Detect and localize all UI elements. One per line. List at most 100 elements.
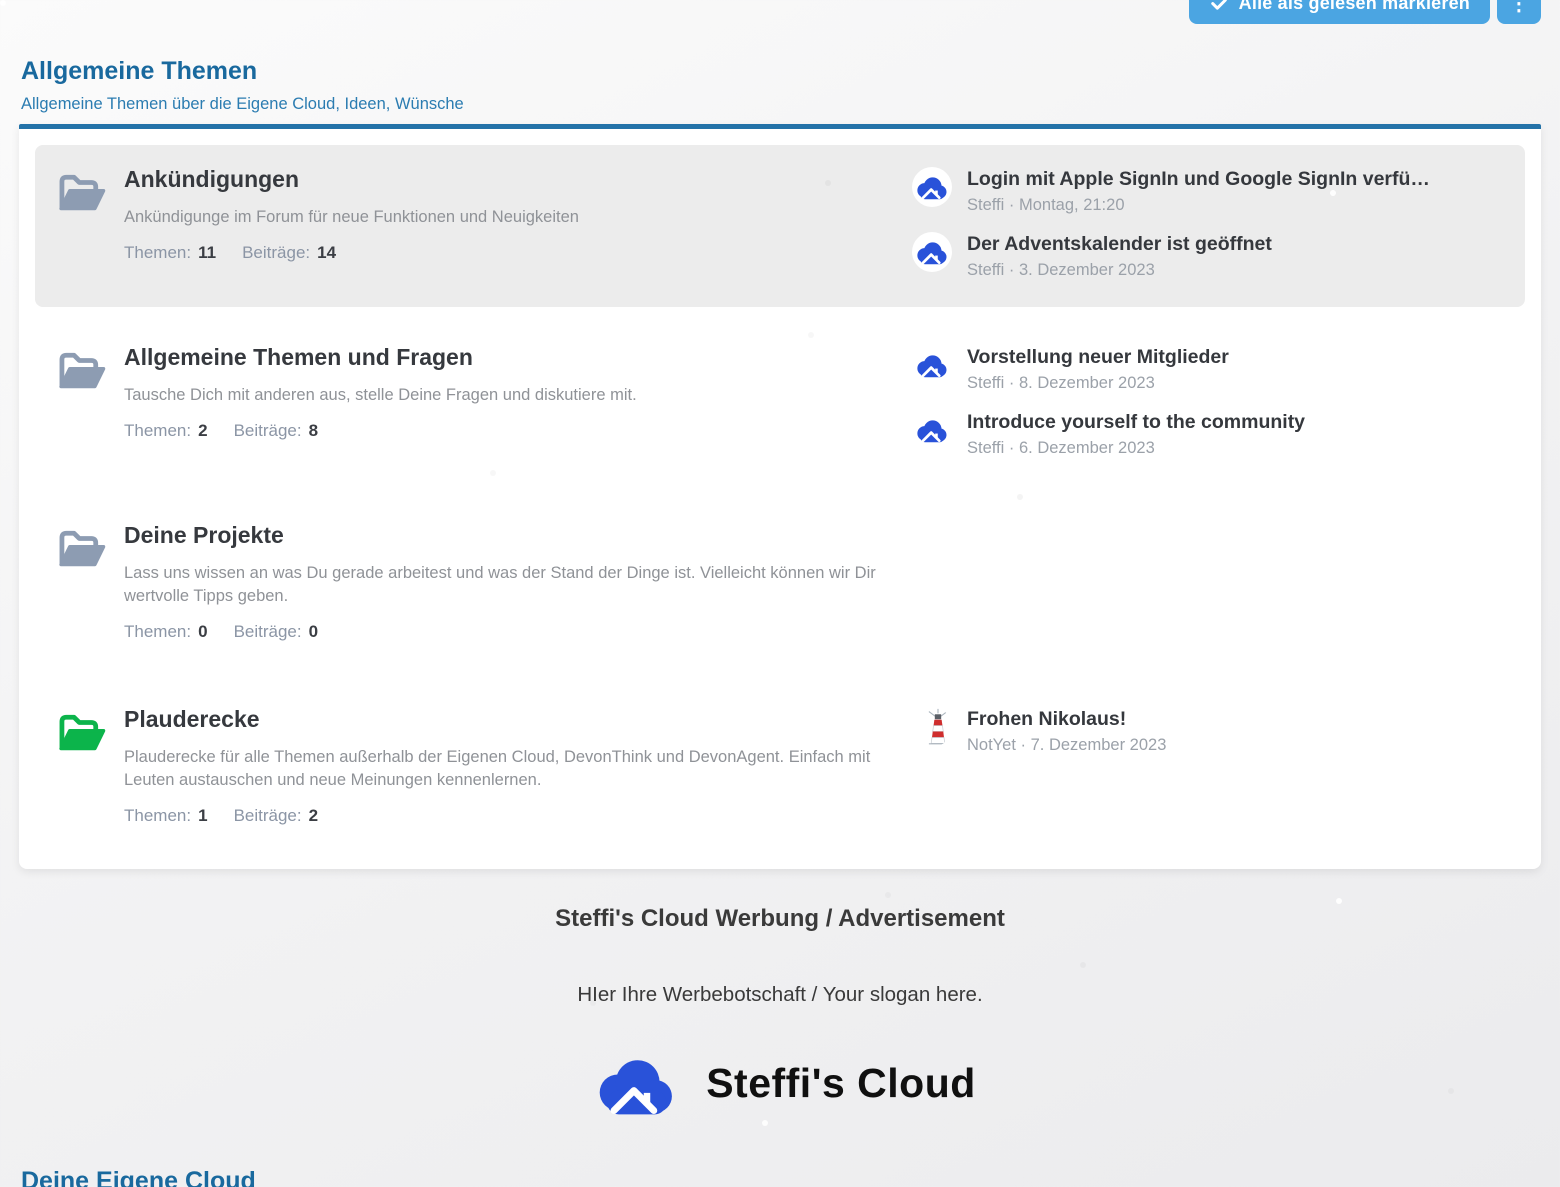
forum-icon-column xyxy=(55,165,124,281)
topics-label: Themen: xyxy=(124,419,191,442)
forum-info: Plauderecke Plauderecke für alle Themen … xyxy=(124,705,912,827)
topics-count: 11 xyxy=(198,241,216,264)
latest-topics: Frohen Nikolaus! NotYet · 7. Dezember 20… xyxy=(912,705,1505,827)
posts-label: Beiträge: xyxy=(234,419,302,442)
latest-topic: Der Adventskalender ist geöffnet Steffi … xyxy=(912,232,1505,281)
posts-label: Beiträge: xyxy=(234,804,302,827)
topic-author-link[interactable]: Steffi xyxy=(967,196,1004,214)
topic-meta: Steffi · 8. Dezember 2023 xyxy=(967,373,1229,394)
forum-description: Plauderecke für alle Themen außerhalb de… xyxy=(124,746,888,792)
forum-stats: Themen: 11 Beiträge: 14 xyxy=(124,241,888,264)
user-avatar-cloud-icon[interactable] xyxy=(912,167,952,207)
meta-separator: · xyxy=(1021,736,1027,754)
logo-text: Steffi's Cloud xyxy=(706,1060,976,1107)
topic-author-link[interactable]: Steffi xyxy=(967,374,1004,392)
topic-meta: Steffi · Montag, 21:20 xyxy=(967,195,1430,216)
topic-date: Montag, 21:20 xyxy=(1019,196,1125,214)
folder-open-icon xyxy=(55,709,107,755)
forum-icon-column xyxy=(55,343,124,459)
check-icon xyxy=(1209,0,1229,14)
topics-label: Themen: xyxy=(124,241,191,264)
forum-stats: Themen: 0 Beiträge: 0 xyxy=(124,620,888,643)
forum-row-deine-projekte: Deine Projekte Lass uns wissen an was Du… xyxy=(35,501,1525,669)
forum-row-plauderecke: Plauderecke Plauderecke für alle Themen … xyxy=(35,685,1525,853)
folder-open-icon xyxy=(55,347,107,393)
topic-meta: NotYet · 7. Dezember 2023 xyxy=(967,735,1166,756)
forum-row-allgemeine-themen: Allgemeine Themen und Fragen Tausche Dic… xyxy=(35,323,1525,485)
meta-separator: · xyxy=(1009,261,1015,279)
support-section-header: Deine Eigene Cloud Hast Du Fragen zu Dei… xyxy=(0,1126,1560,1187)
latest-topics: Login mit Apple SignIn und Google SignIn… xyxy=(912,165,1505,281)
forum-stats: Themen: 1 Beiträge: 2 xyxy=(124,804,888,827)
topic-date: 8. Dezember 2023 xyxy=(1019,374,1155,392)
topics-label: Themen: xyxy=(124,804,191,827)
board-section-subtitle: Allgemeine Themen über die Eigene Cloud,… xyxy=(21,94,1539,114)
posts-count: 2 xyxy=(309,804,318,827)
topic-title-link[interactable]: Frohen Nikolaus! xyxy=(967,707,1166,731)
posts-count: 8 xyxy=(309,419,318,442)
cloud-logo-icon xyxy=(584,1045,680,1121)
topic-date: 6. Dezember 2023 xyxy=(1019,439,1155,457)
vertical-ellipsis-icon: ⋮ xyxy=(1509,0,1529,16)
board-section-title[interactable]: Allgemeine Themen xyxy=(21,56,1539,86)
forum-title-link[interactable]: Ankündigungen xyxy=(124,165,299,193)
forum-info: Allgemeine Themen und Fragen Tausche Dic… xyxy=(124,343,912,459)
topics-count: 1 xyxy=(198,804,207,827)
forum-title-link[interactable]: Allgemeine Themen und Fragen xyxy=(124,343,473,371)
folder-open-icon xyxy=(55,169,107,215)
topic-meta: Steffi · 6. Dezember 2023 xyxy=(967,438,1305,459)
forum-description: Tausche Dich mit anderen aus, stelle Dei… xyxy=(124,384,888,407)
topic-date: 7. Dezember 2023 xyxy=(1031,736,1167,754)
forum-title-link[interactable]: Deine Projekte xyxy=(124,521,284,549)
more-options-button[interactable]: ⋮ xyxy=(1497,0,1541,24)
posts-label: Beiträge: xyxy=(242,241,310,264)
topic-author-link[interactable]: Steffi xyxy=(967,439,1004,457)
folder-open-icon xyxy=(55,525,107,571)
forum-stats: Themen: 2 Beiträge: 8 xyxy=(124,419,888,442)
mark-all-read-label: Alle als gelesen markieren xyxy=(1239,0,1470,14)
user-avatar-cloud-icon[interactable] xyxy=(912,345,952,385)
steffis-cloud-logo[interactable]: Steffi's Cloud xyxy=(584,1045,976,1121)
support-section-title[interactable]: Deine Eigene Cloud xyxy=(21,1166,1539,1187)
forum-list-panel: Ankündigungen Ankündigunge im Forum für … xyxy=(19,124,1541,869)
posts-count: 14 xyxy=(317,241,336,264)
user-avatar-lighthouse-icon[interactable] xyxy=(912,707,952,747)
latest-topic: Frohen Nikolaus! NotYet · 7. Dezember 20… xyxy=(912,707,1505,756)
topic-title-link[interactable]: Login mit Apple SignIn und Google SignIn… xyxy=(967,167,1430,191)
posts-count: 0 xyxy=(309,620,318,643)
user-avatar-cloud-icon[interactable] xyxy=(912,410,952,450)
board-toolbar: Alle als gelesen markieren ⋮ xyxy=(1189,0,1541,24)
forum-info: Ankündigungen Ankündigunge im Forum für … xyxy=(124,165,912,281)
topic-meta: Steffi · 3. Dezember 2023 xyxy=(967,260,1272,281)
advertisement-slogan: HIer Ihre Werbebotschaft / Your slogan h… xyxy=(0,983,1560,1007)
topic-title-link[interactable]: Introduce yourself to the community xyxy=(967,410,1305,434)
topics-label: Themen: xyxy=(124,620,191,643)
topics-count: 2 xyxy=(198,419,207,442)
latest-topics xyxy=(912,521,1505,643)
forum-info: Deine Projekte Lass uns wissen an was Du… xyxy=(124,521,912,643)
forum-description: Lass uns wissen an was Du gerade arbeite… xyxy=(124,562,888,608)
topics-count: 0 xyxy=(198,620,207,643)
user-avatar-cloud-icon[interactable] xyxy=(912,232,952,272)
topic-author-link[interactable]: Steffi xyxy=(967,261,1004,279)
forum-icon-column xyxy=(55,705,124,827)
posts-label: Beiträge: xyxy=(234,620,302,643)
meta-separator: · xyxy=(1009,196,1015,214)
mark-all-read-button[interactable]: Alle als gelesen markieren xyxy=(1189,0,1490,24)
topic-date: 3. Dezember 2023 xyxy=(1019,261,1155,279)
forum-title-link[interactable]: Plauderecke xyxy=(124,705,260,733)
meta-separator: · xyxy=(1009,374,1015,392)
topic-title-link[interactable]: Vorstellung neuer Mitglieder xyxy=(967,345,1229,369)
latest-topics: Vorstellung neuer Mitglieder Steffi · 8.… xyxy=(912,343,1505,459)
forum-description: Ankündigunge im Forum für neue Funktione… xyxy=(124,206,888,229)
forum-icon-column xyxy=(55,521,124,643)
latest-topic: Login mit Apple SignIn und Google SignIn… xyxy=(912,167,1505,216)
topic-title-link[interactable]: Der Adventskalender ist geöffnet xyxy=(967,232,1272,256)
topic-author-link[interactable]: NotYet xyxy=(967,736,1016,754)
meta-separator: · xyxy=(1009,439,1015,457)
forum-row-ankuendigungen: Ankündigungen Ankündigunge im Forum für … xyxy=(35,145,1525,307)
advertisement-title: Steffi's Cloud Werbung / Advertisement xyxy=(0,905,1560,933)
latest-topic: Introduce yourself to the community Stef… xyxy=(912,410,1505,459)
advertisement-section: Steffi's Cloud Werbung / Advertisement H… xyxy=(0,905,1560,1126)
latest-topic: Vorstellung neuer Mitglieder Steffi · 8.… xyxy=(912,345,1505,394)
